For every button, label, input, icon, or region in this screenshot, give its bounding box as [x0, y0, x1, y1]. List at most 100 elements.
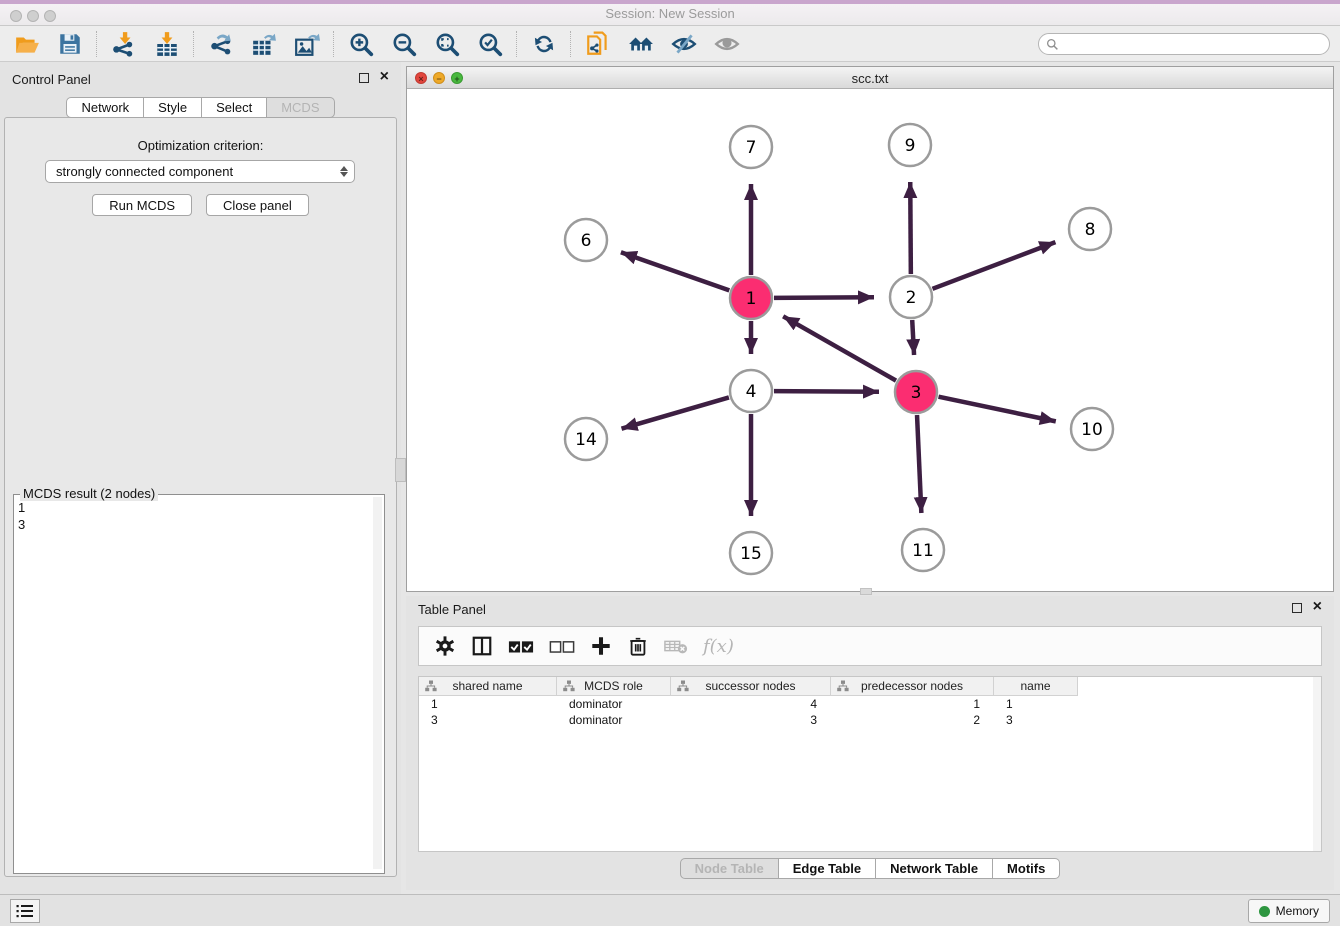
- graph-node-11[interactable]: 11: [902, 529, 944, 571]
- table-cell[interactable]: 1: [831, 696, 994, 712]
- edge-1-2[interactable]: [774, 297, 874, 298]
- graph-node-3[interactable]: 3: [895, 371, 937, 413]
- show-columns-icon[interactable]: [471, 635, 493, 657]
- graph-node-1[interactable]: 1: [730, 277, 772, 319]
- function-builder-icon[interactable]: f(x): [703, 636, 734, 657]
- hierarchy-icon: [837, 680, 849, 692]
- close-panel-button[interactable]: Close panel: [206, 194, 309, 216]
- table-scrollbar[interactable]: [1313, 677, 1321, 851]
- tab-mcds[interactable]: MCDS: [267, 97, 334, 118]
- zoom-in-icon[interactable]: [347, 30, 374, 57]
- export-image-icon[interactable]: [293, 30, 320, 57]
- table-cell[interactable]: 3: [994, 712, 1078, 728]
- task-history-button[interactable]: [10, 899, 40, 923]
- hide-graphics-details-icon[interactable]: [670, 30, 697, 57]
- column-header-MCDS-role[interactable]: MCDS role: [557, 677, 671, 696]
- graph-node-7[interactable]: 7: [730, 126, 772, 168]
- tab-edge-table[interactable]: Edge Table: [779, 858, 876, 879]
- graph-node-2[interactable]: 2: [890, 276, 932, 318]
- tab-node-table[interactable]: Node Table: [680, 858, 779, 879]
- table-panel-title: Table Panel: [418, 602, 486, 617]
- edge-3-10[interactable]: [939, 397, 1056, 422]
- column-header-successor-nodes[interactable]: successor nodes: [671, 677, 831, 696]
- network-graph[interactable]: 7 9 6 8 1 2 4 3 14 10 15 11: [407, 89, 1333, 591]
- table-settings-gear-icon[interactable]: [434, 635, 456, 657]
- save-session-icon[interactable]: [56, 30, 83, 57]
- criterion-select[interactable]: strongly connected component: [45, 160, 355, 183]
- graph-node-4[interactable]: 4: [730, 370, 772, 412]
- graph-node-6[interactable]: 6: [565, 219, 607, 261]
- export-network-icon[interactable]: [207, 30, 234, 57]
- tab-motifs[interactable]: Motifs: [993, 858, 1060, 879]
- tab-network-table[interactable]: Network Table: [876, 858, 993, 879]
- table-cell[interactable]: dominator: [557, 696, 671, 712]
- tab-style[interactable]: Style: [144, 97, 202, 118]
- network-window-titlebar[interactable]: × − + scc.txt: [407, 67, 1333, 89]
- tab-select[interactable]: Select: [202, 97, 267, 118]
- table-row[interactable]: 1dominator411: [419, 696, 1321, 712]
- table-panel: Table Panel × f(x): [406, 596, 1334, 890]
- deselect-all-icon[interactable]: [549, 637, 575, 655]
- edge-4-3[interactable]: [774, 391, 879, 392]
- table-cell[interactable]: 4: [671, 696, 831, 712]
- graph-node-14[interactable]: 14: [565, 418, 607, 460]
- edge-2-3[interactable]: [912, 320, 914, 355]
- horizontal-splitter-grip[interactable]: [860, 588, 872, 595]
- refresh-icon[interactable]: [530, 30, 557, 57]
- search-input[interactable]: [1059, 35, 1329, 53]
- search-box[interactable]: [1038, 33, 1330, 55]
- tab-network[interactable]: Network: [66, 97, 144, 118]
- memory-button[interactable]: Memory: [1248, 899, 1330, 923]
- column-header-shared-name[interactable]: shared name: [419, 677, 557, 696]
- import-table-icon[interactable]: [153, 30, 180, 57]
- float-table-panel-icon[interactable]: [1292, 603, 1302, 613]
- run-mcds-button[interactable]: Run MCDS: [92, 194, 192, 216]
- delete-table-icon[interactable]: [664, 637, 688, 655]
- graph-node-10[interactable]: 10: [1071, 408, 1113, 450]
- node-label: 6: [581, 231, 592, 251]
- node-label: 3: [911, 383, 922, 403]
- home-icon[interactable]: [627, 30, 654, 57]
- open-session-icon[interactable]: [13, 30, 40, 57]
- result-scrollbar[interactable]: [373, 497, 382, 869]
- edge-1-6[interactable]: [621, 252, 729, 290]
- delete-column-trash-icon[interactable]: [627, 635, 649, 657]
- edge-2-9[interactable]: [910, 182, 911, 274]
- select-all-icon[interactable]: [508, 637, 534, 655]
- zoom-selected-icon[interactable]: [476, 30, 503, 57]
- edge-2-8[interactable]: [933, 242, 1056, 289]
- export-table-icon[interactable]: [250, 30, 277, 57]
- table-cell[interactable]: dominator: [557, 712, 671, 728]
- table-cell[interactable]: 1: [419, 696, 557, 712]
- select-stepper-icon: [340, 166, 348, 177]
- node-table[interactable]: shared nameMCDS rolesuccessor nodesprede…: [418, 676, 1322, 852]
- table-row[interactable]: 3dominator323: [419, 712, 1321, 728]
- zoom-out-icon[interactable]: [390, 30, 417, 57]
- vertical-splitter-grip[interactable]: [395, 458, 406, 482]
- node-label: 7: [746, 138, 757, 158]
- hierarchy-icon: [425, 680, 437, 692]
- close-panel-icon[interactable]: ×: [380, 72, 389, 82]
- import-network-icon[interactable]: [110, 30, 137, 57]
- table-cell[interactable]: 2: [831, 712, 994, 728]
- graph-node-9[interactable]: 9: [889, 124, 931, 166]
- table-cell[interactable]: 3: [419, 712, 557, 728]
- edge-3-11[interactable]: [917, 415, 921, 513]
- float-panel-icon[interactable]: [359, 73, 369, 83]
- graph-node-15[interactable]: 15: [730, 532, 772, 574]
- table-cell[interactable]: 1: [994, 696, 1078, 712]
- edge-3-1[interactable]: [783, 316, 896, 380]
- graph-node-8[interactable]: 8: [1069, 208, 1111, 250]
- close-table-panel-icon[interactable]: ×: [1313, 602, 1322, 612]
- create-column-icon[interactable]: [590, 635, 612, 657]
- network-canvas[interactable]: 7 9 6 8 1 2 4 3 14 10 15 11: [407, 89, 1333, 591]
- table-cell[interactable]: 3: [671, 712, 831, 728]
- column-header-name[interactable]: name: [994, 677, 1078, 696]
- control-panel-title: Control Panel: [12, 72, 91, 87]
- show-graphics-details-icon[interactable]: [713, 30, 740, 57]
- column-header-predecessor-nodes[interactable]: predecessor nodes: [831, 677, 994, 696]
- edge-4-14[interactable]: [622, 397, 729, 428]
- clone-network-icon[interactable]: [584, 30, 611, 57]
- zoom-fit-icon[interactable]: [433, 30, 460, 57]
- search-icon: [1046, 38, 1059, 51]
